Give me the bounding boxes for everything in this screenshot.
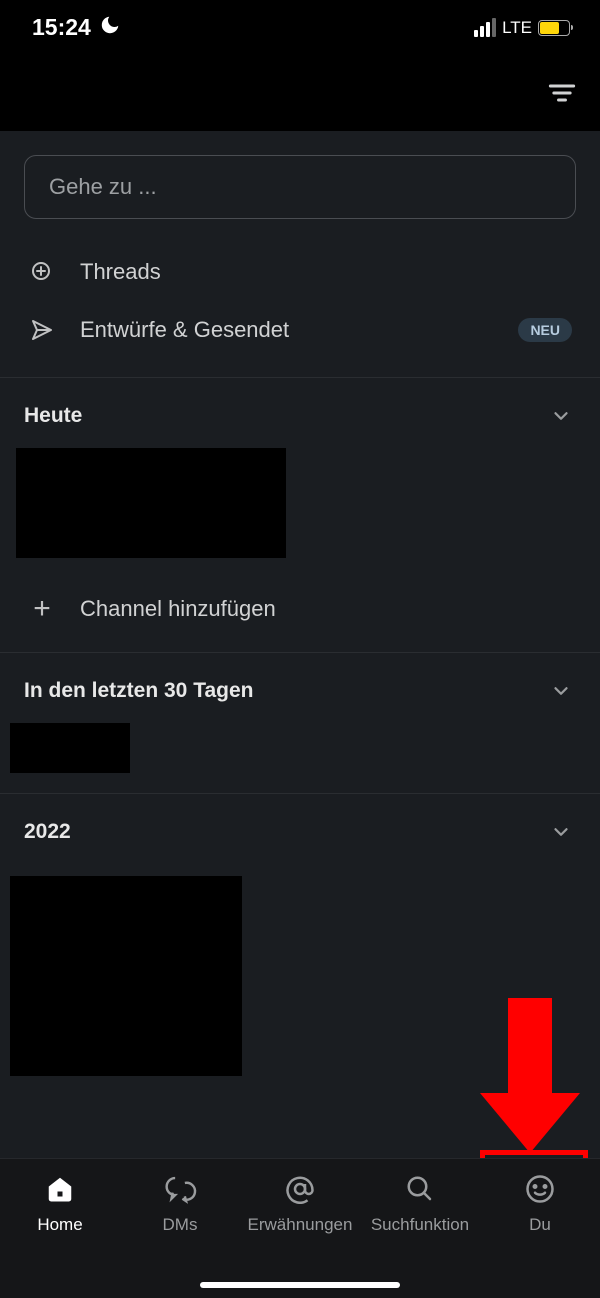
nav-drafts-label: Entwürfe & Gesendet <box>80 317 289 343</box>
status-right: LTE <box>474 18 570 38</box>
section-last30-label: In den letzten 30 Tagen <box>24 679 253 703</box>
tab-home[interactable]: Home <box>0 1171 120 1298</box>
dms-icon <box>163 1171 197 1207</box>
channel-item-redacted[interactable] <box>10 876 242 1076</box>
add-channel-label: Channel hinzufügen <box>80 596 276 622</box>
search-icon <box>405 1171 435 1207</box>
face-icon <box>525 1171 555 1207</box>
home-indicator <box>200 1282 400 1288</box>
search-placeholder: Gehe zu ... <box>49 174 157 200</box>
workspace-title-redacted[interactable] <box>16 66 436 120</box>
chevron-down-icon <box>550 821 572 843</box>
status-left: 15:24 <box>32 14 121 42</box>
battery-icon <box>538 20 570 36</box>
section-year-header[interactable]: 2022 <box>0 794 600 864</box>
section-year-label: 2022 <box>24 820 71 844</box>
nav-threads[interactable]: Threads <box>0 243 600 301</box>
chevron-down-icon <box>550 680 572 702</box>
status-bar: 15:24 LTE <box>0 0 600 55</box>
content-area: Gehe zu ... Threads Entwürfe & Gesendet … <box>0 131 600 1076</box>
status-time: 15:24 <box>32 14 91 41</box>
add-channel-button[interactable]: + Channel hinzufügen <box>0 578 600 652</box>
nav-threads-label: Threads <box>80 259 161 285</box>
section-last30-header[interactable]: In den letzten 30 Tagen <box>0 653 600 723</box>
at-icon <box>285 1171 315 1207</box>
plus-icon: + <box>28 594 56 624</box>
channel-item-redacted[interactable] <box>16 448 286 558</box>
moon-icon <box>99 14 121 42</box>
tab-you[interactable]: Du <box>480 1171 600 1298</box>
network-label: LTE <box>502 18 532 38</box>
channel-item-redacted[interactable] <box>10 723 130 773</box>
threads-icon <box>28 260 56 284</box>
search-input[interactable]: Gehe zu ... <box>24 155 576 219</box>
bottom-nav: Home DMs Erwähnungen Suchfunktion Du <box>0 1158 600 1298</box>
tab-dms-label: DMs <box>163 1215 198 1235</box>
tab-home-label: Home <box>37 1215 82 1235</box>
new-badge: NEU <box>518 318 572 342</box>
section-today-label: Heute <box>24 404 82 428</box>
tab-search[interactable]: Suchfunktion <box>360 1171 480 1298</box>
filter-icon[interactable] <box>548 82 576 104</box>
section-today-header[interactable]: Heute <box>0 378 600 448</box>
top-bar <box>0 55 600 131</box>
tab-dms[interactable]: DMs <box>120 1171 240 1298</box>
tab-you-label: Du <box>529 1215 551 1235</box>
tab-search-label: Suchfunktion <box>371 1215 469 1235</box>
signal-icon <box>474 18 496 37</box>
tab-mentions[interactable]: Erwähnungen <box>240 1171 360 1298</box>
nav-drafts[interactable]: Entwürfe & Gesendet NEU <box>0 301 600 359</box>
send-icon <box>28 318 56 342</box>
chevron-down-icon <box>550 405 572 427</box>
home-icon <box>45 1171 75 1207</box>
tab-mentions-label: Erwähnungen <box>248 1215 353 1235</box>
